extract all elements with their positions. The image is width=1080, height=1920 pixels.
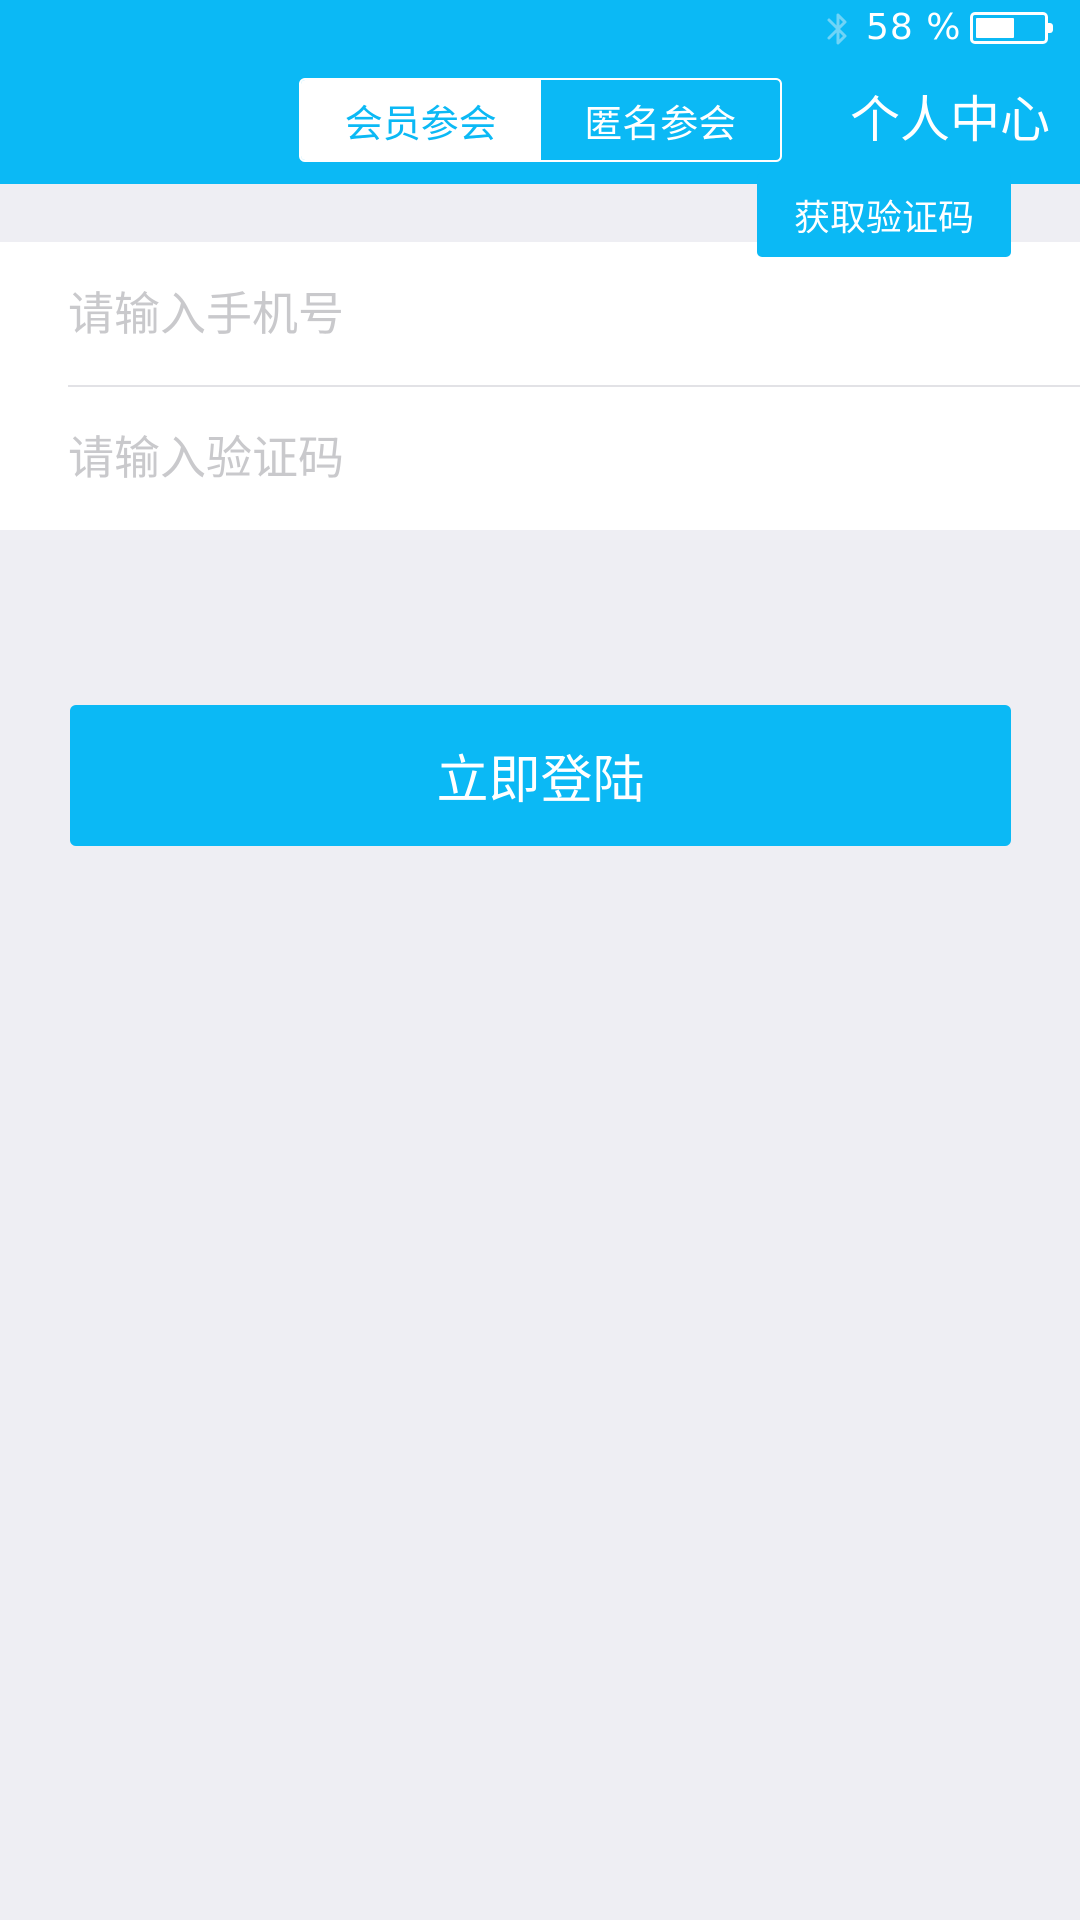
login-form <box>0 242 1080 530</box>
tab-anonymous-participation[interactable]: 匿名参会 <box>541 80 781 160</box>
verification-code-input[interactable] <box>68 386 728 530</box>
bluetooth-icon <box>827 13 847 45</box>
personal-center-link[interactable]: 个人中心 <box>850 88 1050 152</box>
phone-row <box>0 242 1080 387</box>
battery-tip <box>1047 23 1053 33</box>
login-button[interactable]: 立即登陆 <box>70 705 1011 846</box>
battery-percentage: 58 % <box>866 7 962 48</box>
participation-mode-toggle: 会员参会 匿名参会 <box>299 78 782 162</box>
code-row <box>0 386 1080 530</box>
phone-input[interactable] <box>68 242 1048 386</box>
battery-icon <box>970 12 1048 44</box>
get-verification-code-button[interactable]: 获取验证码 <box>757 173 1011 257</box>
battery-fill <box>976 18 1014 38</box>
top-header: 58 % 会员参会 匿名参会 个人中心 <box>0 0 1080 184</box>
tab-member-participation[interactable]: 会员参会 <box>301 80 541 160</box>
